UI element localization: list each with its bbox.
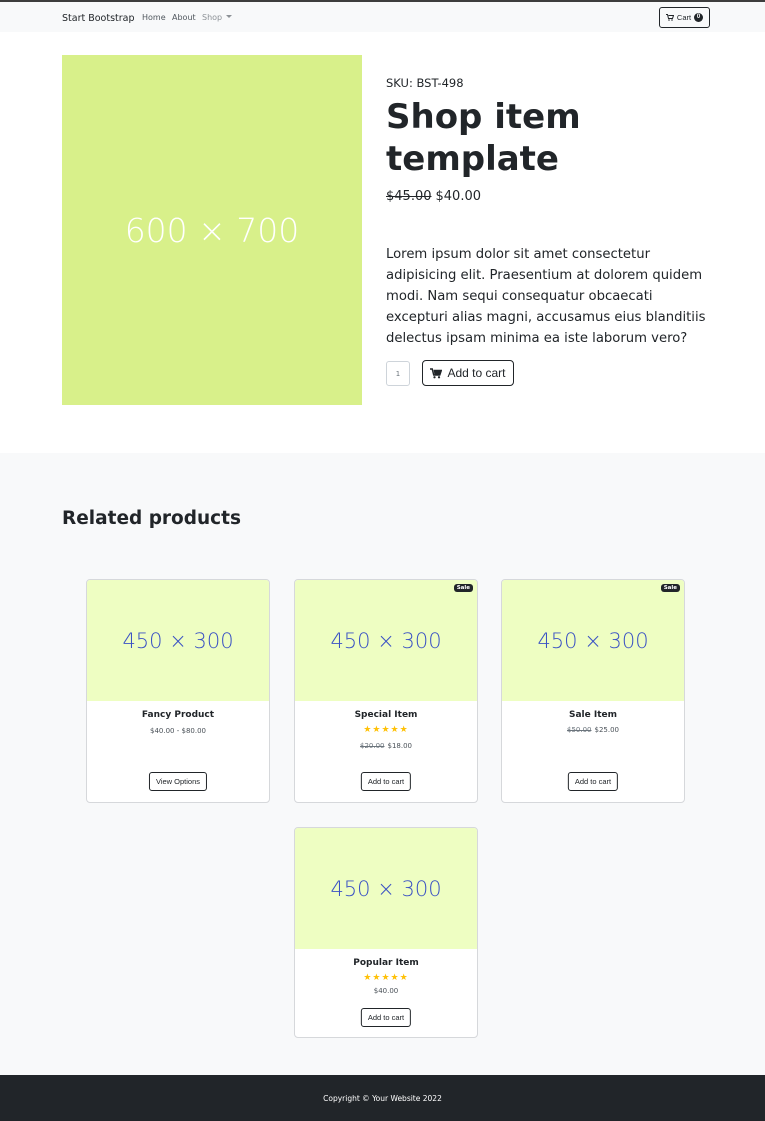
product-card-special: 450 × 300 Sale Special Item ★★★★★ $20.00… bbox=[294, 579, 478, 803]
card-image-placeholder-label: 450 × 300 bbox=[537, 628, 649, 653]
product-price: $45.00 $40.00 bbox=[386, 189, 481, 204]
navbar-brand[interactable]: Start Bootstrap bbox=[62, 13, 135, 24]
card-image: 450 × 300 bbox=[295, 580, 477, 701]
card-name: Sale Item bbox=[568, 710, 617, 720]
card-price: $20.00 $18.00 bbox=[295, 742, 477, 750]
card-image-placeholder-label: 450 × 300 bbox=[330, 876, 442, 901]
related-products-heading: Related products bbox=[62, 508, 242, 529]
quantity-input[interactable]: 1 bbox=[386, 361, 410, 386]
star-rating: ★★★★★ bbox=[363, 725, 409, 735]
card-image: 450 × 300 bbox=[87, 580, 269, 701]
card-price: $50.00 $25.00 bbox=[502, 726, 684, 734]
card-old-price: $20.00 bbox=[360, 742, 385, 750]
product-image-placeholder-label: 600 × 700 bbox=[124, 210, 300, 250]
card-image-placeholder-label: 450 × 300 bbox=[122, 628, 234, 653]
cart-count-badge: 0 bbox=[694, 13, 704, 22]
add-to-cart-button[interactable]: Add to cart bbox=[360, 772, 412, 791]
add-to-cart-button[interactable]: Add to cart bbox=[567, 772, 619, 791]
nav-link-shop-label: Shop bbox=[202, 13, 223, 22]
card-image: 450 × 300 bbox=[295, 828, 477, 949]
footer-copyright: Copyright © Your Website 2022 bbox=[323, 1093, 442, 1103]
nav-link-home[interactable]: Home bbox=[142, 13, 166, 22]
nav-link-about[interactable]: About bbox=[172, 13, 196, 22]
add-to-cart-button[interactable]: Add to cart bbox=[360, 1008, 412, 1027]
product-sku: SKU: BST-498 bbox=[386, 76, 464, 90]
card-price: $40.00 - $80.00 bbox=[150, 727, 206, 735]
product-card-fancy: 450 × 300 Fancy Product $40.00 - $80.00 … bbox=[86, 579, 270, 803]
product-title: Shop item template bbox=[386, 97, 581, 179]
card-current-price: $18.00 bbox=[387, 742, 413, 750]
product-description: Lorem ipsum dolor sit amet consectetur a… bbox=[386, 247, 706, 346]
card-old-price: $50.00 bbox=[567, 726, 592, 734]
card-name: Special Item bbox=[354, 710, 418, 720]
add-to-cart-label: Add to cart bbox=[447, 366, 506, 380]
product-old-price: $45.00 bbox=[386, 189, 432, 204]
sale-badge: Sale bbox=[660, 584, 680, 592]
card-image-placeholder-label: 450 × 300 bbox=[330, 628, 442, 653]
product-card-popular: 450 × 300 Popular Item ★★★★★ $40.00 Add … bbox=[294, 827, 478, 1038]
view-options-button[interactable]: View Options bbox=[148, 772, 208, 791]
product-card-sale: 450 × 300 Sale Sale Item $50.00 $25.00 Ad… bbox=[501, 579, 685, 803]
cart-icon bbox=[665, 14, 674, 21]
product-current-price: $40.00 bbox=[435, 189, 482, 204]
navbar: Start Bootstrap Home About Shop Cart 0 bbox=[0, 2, 765, 32]
footer: Copyright © Your Website 2022 bbox=[0, 1075, 765, 1121]
card-name: Popular Item bbox=[353, 958, 419, 968]
product-image: 600 × 700 bbox=[62, 55, 362, 405]
card-current-price: $25.00 bbox=[594, 726, 620, 734]
nav-dropdown-shop[interactable]: Shop bbox=[202, 13, 233, 22]
cart-icon bbox=[430, 367, 443, 378]
sale-badge: Sale bbox=[453, 584, 473, 592]
cart-label: Cart bbox=[676, 13, 692, 22]
add-to-cart-button[interactable]: Add to cart bbox=[422, 360, 514, 386]
card-price: $40.00 bbox=[373, 987, 399, 995]
cart-button[interactable]: Cart 0 bbox=[659, 7, 710, 28]
chevron-down-icon bbox=[226, 15, 233, 18]
card-image: 450 × 300 bbox=[502, 580, 684, 701]
star-rating: ★★★★★ bbox=[363, 973, 409, 983]
card-name: Fancy Product bbox=[141, 710, 215, 720]
